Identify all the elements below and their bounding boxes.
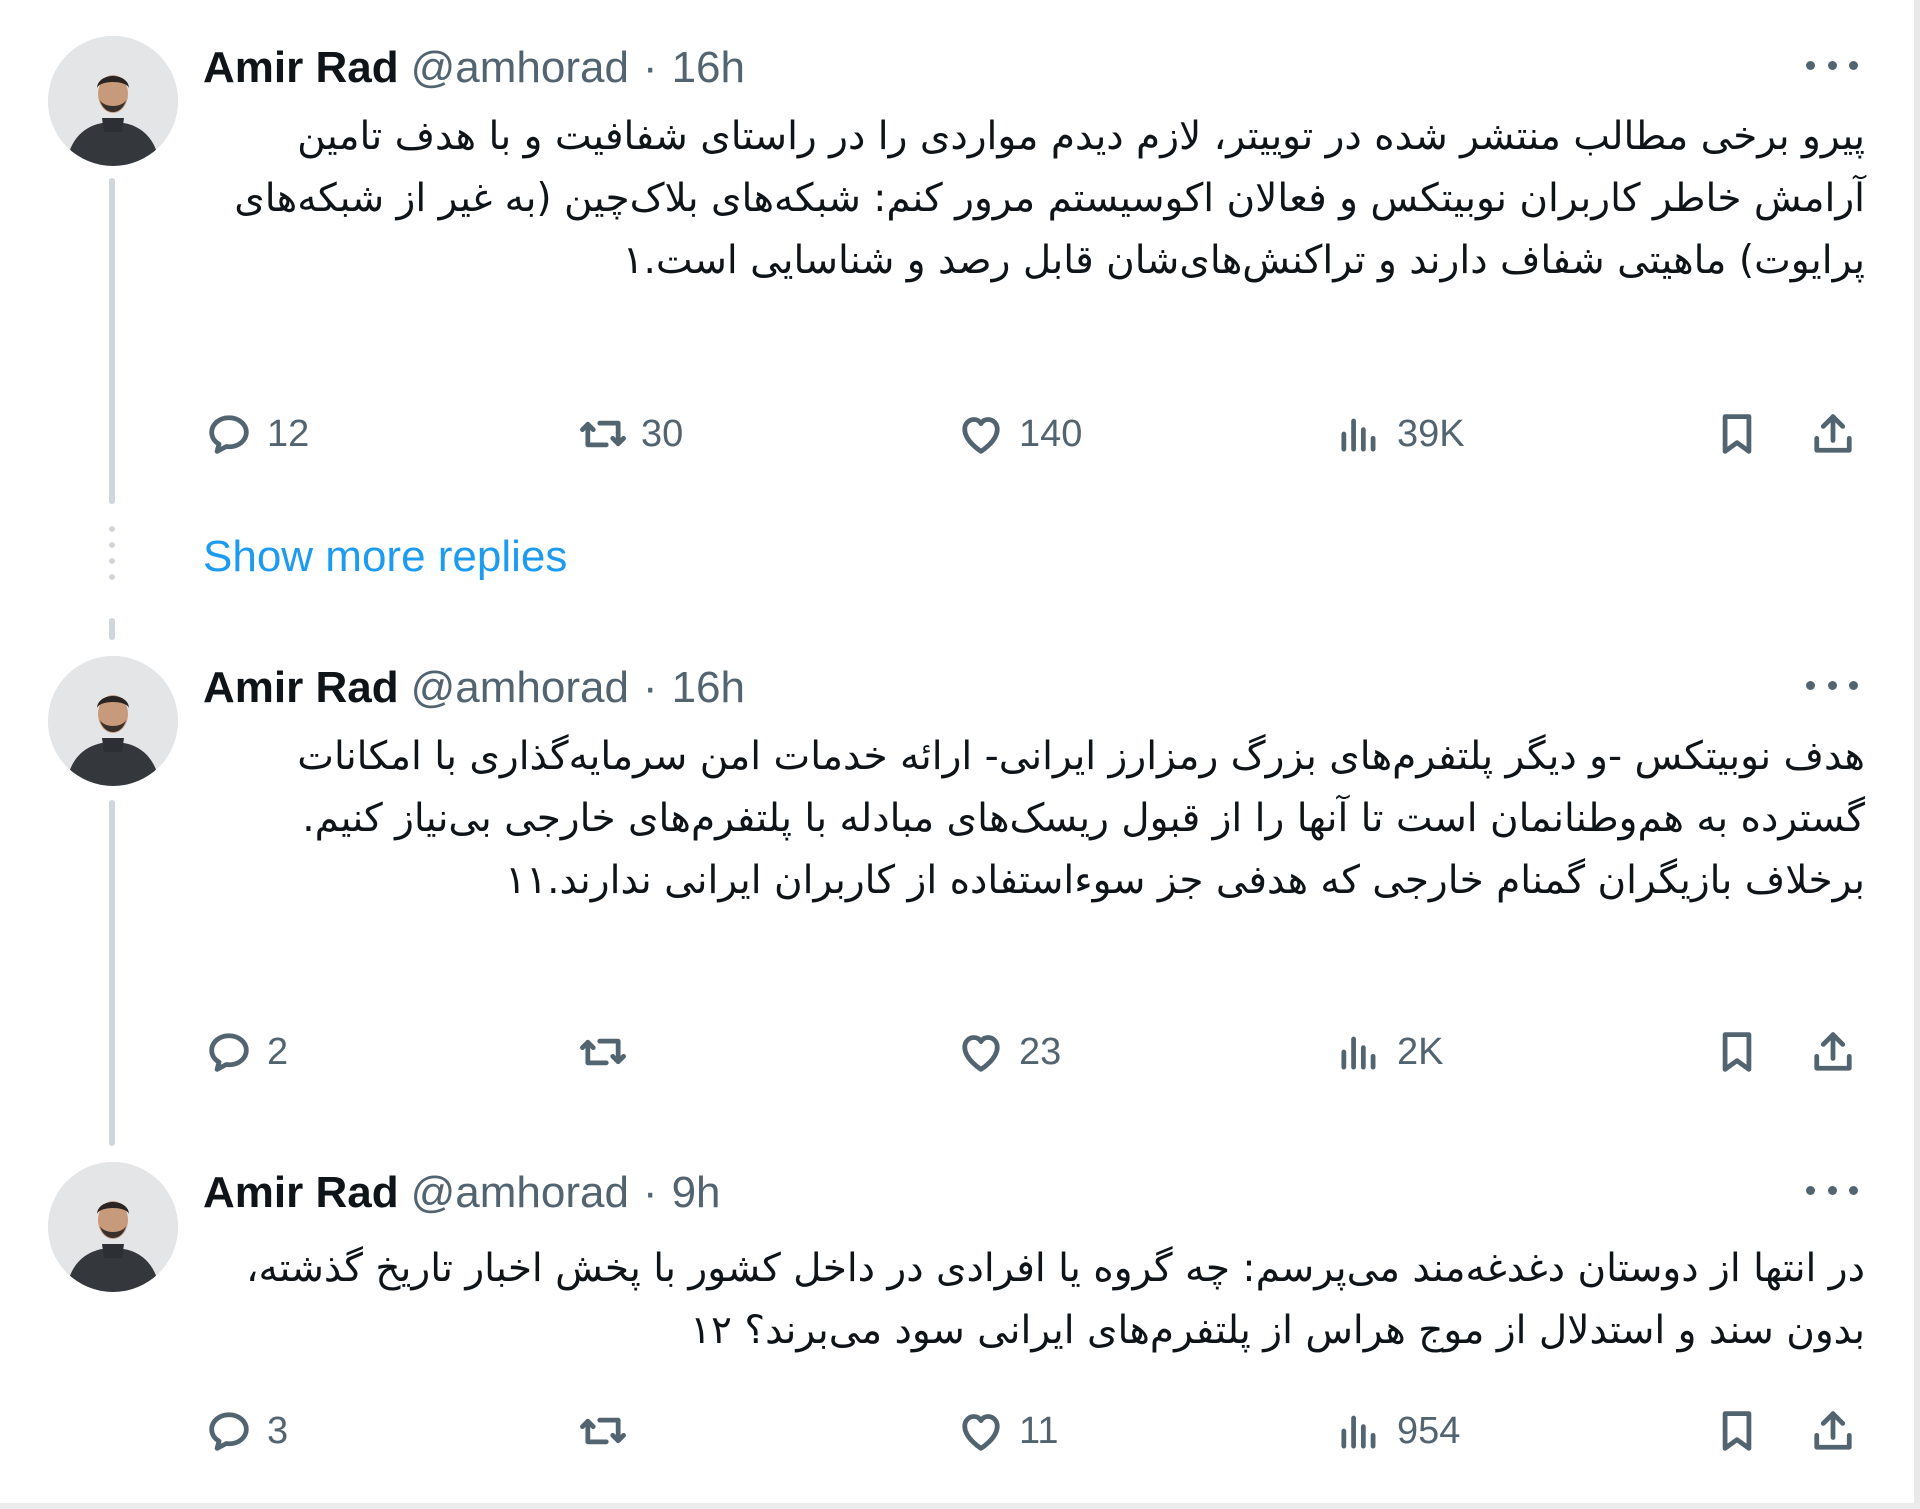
- bookmark-icon: [1722, 1411, 1752, 1451]
- share-icon: [1814, 414, 1852, 453]
- more-icon[interactable]: [1806, 50, 1858, 80]
- views-count: 954: [1397, 1409, 1461, 1452]
- author-name[interactable]: Amir Rad: [203, 1168, 399, 1218]
- bookmark-icon: [1722, 414, 1752, 454]
- share-icon: [1814, 1411, 1852, 1450]
- like-icon: [962, 1414, 1000, 1451]
- timestamp[interactable]: 16h: [672, 663, 745, 713]
- avatar[interactable]: [48, 36, 178, 166]
- tweet-text: پیرو برخی مطالب منتشر شده در توییتر، لاز…: [234, 114, 1865, 283]
- avatar[interactable]: [48, 1162, 178, 1292]
- views-icon: [1341, 418, 1376, 452]
- share-button[interactable]: [1807, 1401, 1859, 1461]
- reply-icon: [209, 1033, 249, 1072]
- tweet[interactable]: Amir Rad @amhorad · 9h در انتها از دوستا…: [0, 1125, 1920, 1509]
- retweet-icon: [580, 1417, 626, 1445]
- bookmark-button[interactable]: [1711, 1022, 1763, 1082]
- reply-count: 12: [267, 412, 310, 455]
- retweet-button[interactable]: 30: [577, 404, 683, 464]
- views-button[interactable]: 39K: [1333, 404, 1465, 464]
- reply-button[interactable]: 2: [203, 1022, 288, 1082]
- timestamp[interactable]: 16h: [672, 43, 745, 93]
- views-count: 39K: [1397, 412, 1465, 455]
- views-count: 2K: [1397, 1030, 1444, 1073]
- reply-count: 3: [267, 1409, 289, 1452]
- retweet-button[interactable]: [577, 1401, 641, 1461]
- retweet-icon: [580, 1038, 626, 1066]
- timestamp[interactable]: 9h: [672, 1168, 721, 1218]
- thread-dots: [109, 526, 115, 590]
- more-icon[interactable]: [1806, 1175, 1858, 1205]
- reply-button[interactable]: 3: [203, 1401, 288, 1461]
- tweet-text: در انتها از دوستان دغدغه‌مند می‌پرسم: چه…: [245, 1246, 1865, 1353]
- separator: ·: [642, 663, 658, 712]
- avatar[interactable]: [48, 656, 178, 786]
- bookmark-button[interactable]: [1711, 1401, 1763, 1461]
- like-count: 140: [1019, 412, 1083, 455]
- retweet-icon: [580, 420, 626, 448]
- separator: ·: [642, 43, 658, 92]
- views-icon: [1341, 1036, 1376, 1070]
- views-icon: [1341, 1415, 1376, 1449]
- like-button[interactable]: 23: [955, 1022, 1061, 1082]
- share-button[interactable]: [1807, 1022, 1859, 1082]
- show-more-replies-link[interactable]: Show more replies: [203, 532, 567, 582]
- tweet-actions: 12 30 140 39K: [203, 404, 1865, 464]
- bookmark-icon: [1722, 1032, 1752, 1072]
- views-button[interactable]: 2K: [1333, 1022, 1443, 1082]
- tweet-actions: 3 11 954: [203, 1401, 1865, 1461]
- tweet-header: Amir Rad @amhorad · 16h: [203, 40, 745, 96]
- tweet-actions: 2 23 2K: [203, 1022, 1865, 1082]
- tweet[interactable]: Amir Rad @amhorad · 16h پیرو برخی مطالب …: [0, 0, 1920, 520]
- tweet[interactable]: Amir Rad @amhorad · 16h هدف نوبیتکس -و د…: [0, 620, 1920, 1140]
- tweet-text: هدف نوبیتکس -و دیگر پلتفرم‌های بزرگ رمزا…: [297, 734, 1865, 903]
- like-icon: [962, 417, 1000, 454]
- tweet-header: Amir Rad @amhorad · 16h: [203, 660, 745, 716]
- views-button[interactable]: 954: [1333, 1401, 1460, 1461]
- like-count: 23: [1019, 1030, 1062, 1073]
- bookmark-button[interactable]: [1711, 404, 1763, 464]
- author-handle[interactable]: @amhorad: [411, 43, 629, 93]
- author-handle[interactable]: @amhorad: [411, 1168, 629, 1218]
- more-icon[interactable]: [1806, 670, 1858, 700]
- reply-button[interactable]: 12: [203, 404, 309, 464]
- reply-icon: [209, 1412, 249, 1451]
- like-button[interactable]: 11: [955, 1401, 1058, 1461]
- tweet-header: Amir Rad @amhorad · 9h: [203, 1165, 721, 1221]
- share-button[interactable]: [1807, 404, 1859, 464]
- like-icon: [962, 1035, 1000, 1072]
- separator: ·: [642, 1168, 658, 1217]
- reply-icon: [209, 415, 249, 454]
- retweet-count: 30: [641, 412, 684, 455]
- author-handle[interactable]: @amhorad: [411, 663, 629, 713]
- reply-count: 2: [267, 1030, 289, 1073]
- share-icon: [1814, 1032, 1852, 1071]
- like-count: 11: [1019, 1409, 1059, 1452]
- author-name[interactable]: Amir Rad: [203, 43, 399, 93]
- retweet-button[interactable]: [577, 1022, 641, 1082]
- like-button[interactable]: 140: [955, 404, 1082, 464]
- author-name[interactable]: Amir Rad: [203, 663, 399, 713]
